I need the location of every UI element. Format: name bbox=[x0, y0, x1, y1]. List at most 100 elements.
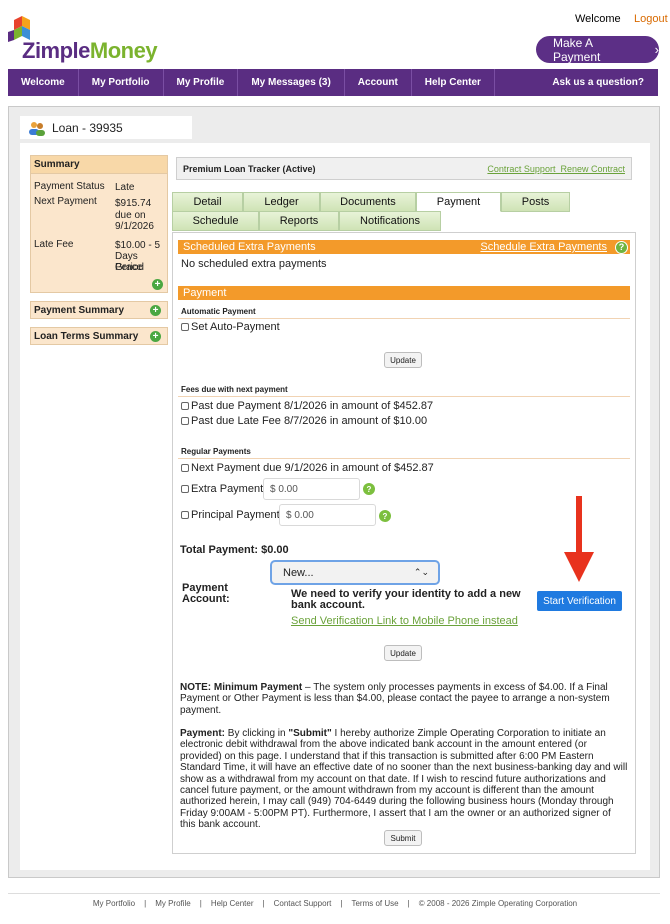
late-fee-label: Past due Late Fee 8/7/2026 in amount of … bbox=[191, 415, 428, 427]
principal-payment-checkbox[interactable] bbox=[181, 511, 189, 520]
payment-status-value: Late bbox=[115, 182, 135, 193]
divider bbox=[178, 396, 630, 397]
payment-account-select[interactable]: New... ⌃⌄ bbox=[270, 560, 440, 585]
late-fee-value-3: Period bbox=[115, 262, 144, 273]
update-auto-payment-button[interactable]: Update bbox=[384, 352, 422, 368]
footer-link-my-portfolio[interactable]: My Portfolio bbox=[93, 899, 135, 908]
payment-section-title: Payment bbox=[183, 287, 227, 299]
make-payment-button[interactable]: Make A Payment › bbox=[536, 35, 659, 64]
plus-icon[interactable]: + bbox=[152, 279, 163, 290]
verify-identity-message: We need to verify your identity to add a… bbox=[291, 589, 521, 611]
authorization-text-1: By clicking in bbox=[225, 728, 289, 739]
tab-posts[interactable]: Posts bbox=[501, 192, 570, 212]
payment-account-selected: New... bbox=[283, 566, 314, 579]
next-payment-option[interactable]: Next Payment due 9/1/2026 in amount of $… bbox=[181, 462, 434, 474]
minimum-payment-note: NOTE: Minimum Payment – The system only … bbox=[180, 682, 628, 716]
tab-documents[interactable]: Documents bbox=[320, 192, 416, 212]
payment-authorization-text: Payment: By clicking in "Submit" I hereb… bbox=[180, 728, 628, 831]
footer: My Portfolio | My Profile | Help Center | C… bbox=[92, 899, 578, 908]
contract-support-link[interactable]: Contract Support bbox=[487, 164, 555, 174]
fee-past-due-payment-option[interactable]: Past due Payment 8/1/2026 in amount of $… bbox=[181, 400, 433, 412]
nav-item-my-messages[interactable]: My Messages (3) bbox=[238, 69, 345, 96]
nav-item-my-profile[interactable]: My Profile bbox=[164, 69, 239, 96]
footer-link-terms-of-use[interactable]: Terms of Use bbox=[351, 899, 398, 908]
extra-payment-label: Extra Payment bbox=[191, 483, 264, 495]
next-payment-label: Next Payment bbox=[34, 196, 97, 207]
footer-link-help-center[interactable]: Help Center bbox=[211, 899, 254, 908]
tab-detail[interactable]: Detail bbox=[172, 192, 243, 212]
tracker-title: Premium Loan Tracker (Active) bbox=[183, 163, 316, 174]
plus-icon[interactable]: + bbox=[150, 331, 161, 342]
nav-item-help-center[interactable]: Help Center bbox=[412, 69, 495, 96]
ask-question-link[interactable]: Ask us a question? bbox=[539, 69, 658, 96]
past-due-payment-label: Past due Payment 8/1/2026 in amount of $… bbox=[191, 400, 434, 412]
send-verification-link[interactable]: Send Verification Link to Mobile Phone i… bbox=[291, 615, 518, 627]
logout-link[interactable]: Logout bbox=[634, 13, 668, 25]
users-icon bbox=[29, 121, 45, 136]
past-due-payment-checkbox[interactable] bbox=[181, 402, 189, 411]
summary-title: Summary bbox=[31, 156, 167, 174]
payment-status-label: Payment Status bbox=[34, 181, 105, 192]
submit-button[interactable]: Submit bbox=[384, 830, 422, 846]
divider bbox=[178, 318, 630, 319]
next-payment-checkbox[interactable] bbox=[181, 464, 189, 473]
principal-payment-input[interactable]: $ 0.00 bbox=[279, 504, 376, 526]
brand-part-money: Money bbox=[89, 38, 158, 63]
extra-payment-option[interactable]: Extra Payment bbox=[181, 483, 263, 495]
schedule-extra-payments-link[interactable]: Schedule Extra Payments bbox=[480, 241, 607, 253]
tab-ledger[interactable]: Ledger bbox=[243, 192, 320, 212]
loan-title: Loan - 39935 bbox=[52, 120, 123, 135]
auto-payment-checkbox[interactable] bbox=[181, 323, 189, 332]
tab-notifications[interactable]: Notifications bbox=[339, 211, 441, 231]
next-payment-date: 9/1/2026 bbox=[115, 221, 154, 232]
tab-schedule[interactable]: Schedule bbox=[172, 211, 259, 231]
start-verification-button[interactable]: Start Verification bbox=[537, 591, 622, 611]
verify-message-line2: bank account. bbox=[291, 599, 365, 611]
scheduled-extra-payments-title: Scheduled Extra Payments bbox=[183, 241, 316, 253]
scheduled-extra-payments-header: Scheduled Extra Payments Schedule Extra … bbox=[178, 240, 630, 254]
brand-part-zimple: Zimple bbox=[22, 38, 90, 63]
loan-tracker-bar: Premium Loan Tracker (Active) Contract S… bbox=[176, 157, 632, 180]
welcome-text: Welcome bbox=[575, 13, 621, 25]
late-fee-label: Late Fee bbox=[34, 239, 74, 250]
loan-title-bar: Loan - 39935 bbox=[20, 116, 192, 139]
update-payment-button[interactable]: Update bbox=[384, 645, 422, 661]
nav-item-my-portfolio[interactable]: My Portfolio bbox=[79, 69, 164, 96]
loan-terms-summary-box[interactable]: Loan Terms Summary + bbox=[30, 327, 168, 345]
nav-item-account[interactable]: Account bbox=[345, 69, 412, 96]
regular-payments-heading: Regular Payments bbox=[181, 447, 251, 456]
late-fee-checkbox[interactable] bbox=[181, 417, 189, 426]
footer-link-contact-support[interactable]: Contact Support bbox=[274, 899, 332, 908]
payment-account-label-line2: Account: bbox=[182, 593, 230, 605]
help-icon[interactable]: ? bbox=[379, 510, 391, 522]
tab-payment[interactable]: Payment bbox=[416, 192, 501, 212]
brand-name[interactable]: ZimpleMoney bbox=[22, 38, 158, 64]
payment-summary-box[interactable]: Payment Summary + bbox=[30, 301, 168, 319]
help-icon[interactable]: ? bbox=[615, 240, 628, 254]
tab-reports[interactable]: Reports bbox=[259, 211, 339, 231]
authorization-title: Payment: bbox=[180, 728, 226, 739]
renew-contract-link[interactable]: Renew Contract bbox=[560, 164, 625, 174]
footer-link-my-profile[interactable]: My Profile bbox=[155, 899, 191, 908]
minimum-payment-note-title: NOTE: Minimum Payment bbox=[180, 682, 303, 693]
make-payment-label: Make A Payment bbox=[553, 35, 601, 64]
help-icon[interactable]: ? bbox=[363, 483, 375, 495]
authorization-text-2: I hereby authorize Zimple Operating Corp… bbox=[180, 728, 628, 831]
fee-late-fee-option[interactable]: Past due Late Fee 8/7/2026 in amount of … bbox=[181, 415, 427, 427]
nav-item-welcome[interactable]: Welcome bbox=[8, 69, 79, 96]
extra-payment-input[interactable]: $ 0.00 bbox=[263, 478, 360, 500]
footer-divider bbox=[8, 893, 660, 894]
principal-payment-label: Principal Payment bbox=[191, 509, 280, 521]
plus-icon[interactable]: + bbox=[150, 305, 161, 316]
extra-payment-checkbox[interactable] bbox=[181, 485, 189, 494]
fees-due-heading: Fees due with next payment bbox=[181, 385, 288, 394]
select-arrows-icon: ⌃⌄ bbox=[413, 567, 429, 577]
auto-payment-option[interactable]: Set Auto-Payment bbox=[181, 321, 280, 333]
authorization-submit-word: "Submit" bbox=[288, 728, 332, 739]
summary-box: Summary Payment Status Late Next Payment… bbox=[30, 155, 168, 293]
principal-payment-option[interactable]: Principal Payment bbox=[181, 509, 280, 521]
loan-terms-summary-label: Loan Terms Summary bbox=[34, 331, 139, 342]
no-scheduled-payments-text: No scheduled extra payments bbox=[181, 258, 327, 270]
automatic-payment-heading: Automatic Payment bbox=[181, 307, 256, 316]
payment-account-label: Payment Account: bbox=[182, 583, 230, 605]
